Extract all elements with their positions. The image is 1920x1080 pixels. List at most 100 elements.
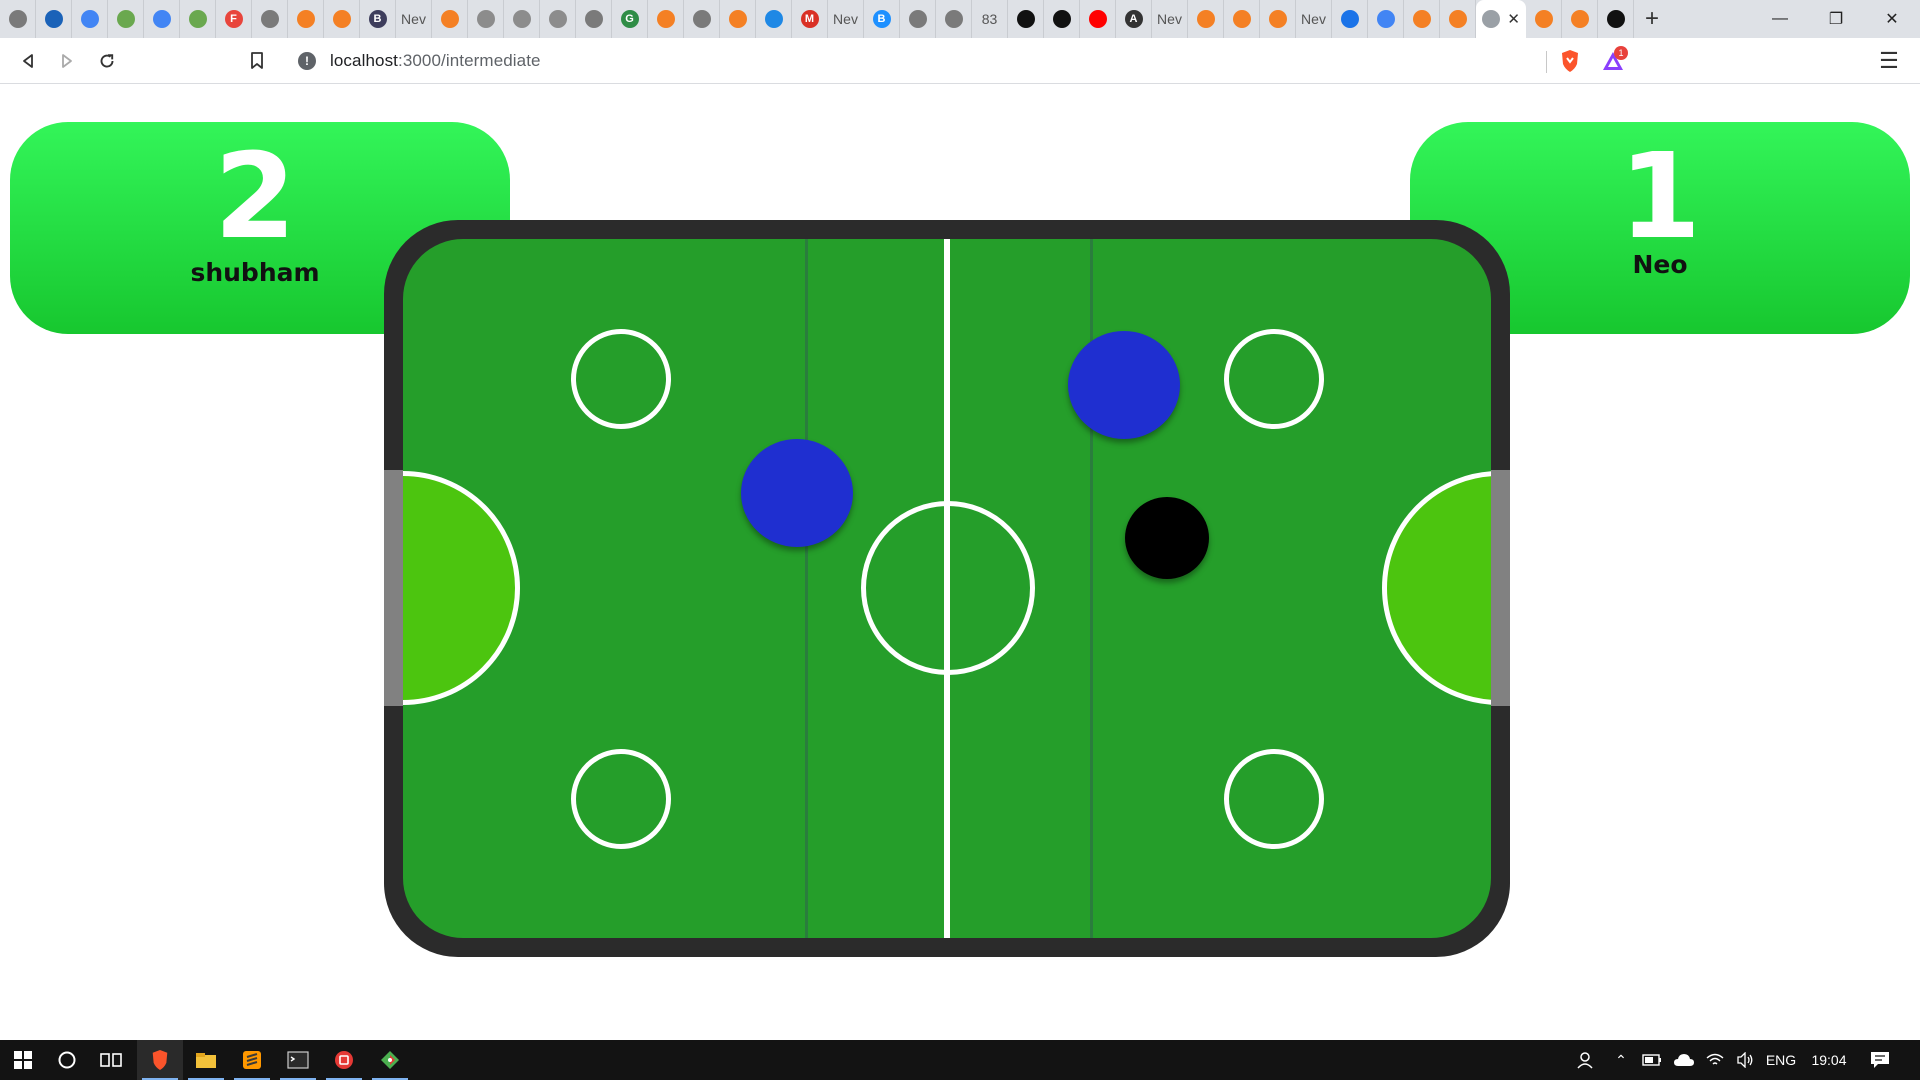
browser-tab[interactable]: [756, 0, 792, 38]
close-window-icon[interactable]: ✕: [1864, 0, 1920, 38]
clock[interactable]: 19:04: [1802, 1040, 1856, 1080]
browser-tab[interactable]: [180, 0, 216, 38]
file-explorer-icon[interactable]: [183, 1040, 229, 1080]
globe-icon: [260, 10, 279, 28]
game-field[interactable]: [403, 239, 1491, 938]
reload-icon[interactable]: [91, 45, 123, 77]
browser-tab[interactable]: [36, 0, 72, 38]
terminal-icon[interactable]: [275, 1040, 321, 1080]
triangle-icon: [1340, 10, 1359, 28]
search-icon[interactable]: [44, 1040, 90, 1080]
current-tab-icon: [1482, 10, 1500, 28]
browser-tab[interactable]: [1404, 0, 1440, 38]
browser-tab[interactable]: [468, 0, 504, 38]
browser-tab[interactable]: [0, 0, 36, 38]
browser-tab[interactable]: [936, 0, 972, 38]
browser-tab[interactable]: Nev: [1152, 0, 1188, 38]
stack-icon: [1412, 10, 1431, 28]
browser-tab[interactable]: [648, 0, 684, 38]
browser-tab[interactable]: [144, 0, 180, 38]
globe-icon: [8, 10, 27, 28]
stack-icon: [1534, 10, 1553, 28]
browser-tab[interactable]: Nev: [396, 0, 432, 38]
task-view-icon[interactable]: [88, 1040, 134, 1080]
browser-tab[interactable]: [252, 0, 288, 38]
browser-tab[interactable]: [900, 0, 936, 38]
forward-icon[interactable]: [51, 45, 83, 77]
browser-tab[interactable]: M: [792, 0, 828, 38]
browser-tab[interactable]: [1260, 0, 1296, 38]
google-icon: [1376, 10, 1395, 28]
windows-start-icon[interactable]: [0, 1040, 46, 1080]
puck[interactable]: [1125, 497, 1209, 579]
browser-tab[interactable]: [720, 0, 756, 38]
browser-tab[interactable]: [1224, 0, 1260, 38]
volume-icon[interactable]: [1730, 1040, 1760, 1080]
notifications-icon[interactable]: [1862, 1040, 1898, 1080]
player1-mallet[interactable]: [741, 439, 853, 547]
wifi-icon[interactable]: [1700, 1040, 1730, 1080]
globe-icon: [692, 10, 711, 28]
github-icon: [1606, 10, 1625, 28]
a-icon: A: [1124, 10, 1143, 28]
url-text: localhost:3000/intermediate: [330, 51, 541, 70]
browser-menu-icon[interactable]: ☰: [1874, 46, 1904, 76]
rewards-badge: 1: [1614, 46, 1628, 60]
browser-tab[interactable]: [1598, 0, 1634, 38]
new-tab-icon: Nev: [833, 11, 858, 27]
minimize-icon[interactable]: —: [1752, 0, 1808, 38]
browser-tab[interactable]: A: [1116, 0, 1152, 38]
onedrive-icon[interactable]: [1668, 1040, 1700, 1080]
number-icon: 83: [981, 11, 998, 27]
git-icon[interactable]: [367, 1040, 413, 1080]
sublime-icon[interactable]: [229, 1040, 275, 1080]
restore-icon[interactable]: ❐: [1808, 0, 1864, 38]
browser-tab[interactable]: [1440, 0, 1476, 38]
new-tab-icon: Nev: [401, 11, 426, 27]
browser-tab[interactable]: [324, 0, 360, 38]
new-tab-button[interactable]: +: [1634, 0, 1670, 38]
browser-tab[interactable]: G: [612, 0, 648, 38]
player2-mallet[interactable]: [1068, 331, 1180, 439]
browser-tab[interactable]: [108, 0, 144, 38]
browser-tab[interactable]: [432, 0, 468, 38]
browser-tab[interactable]: [1332, 0, 1368, 38]
site-info-icon[interactable]: !: [298, 52, 316, 70]
language-indicator[interactable]: ENG: [1762, 1040, 1800, 1080]
browser-tab[interactable]: [576, 0, 612, 38]
browser-tab[interactable]: [684, 0, 720, 38]
browser-tab[interactable]: B: [360, 0, 396, 38]
browser-tab[interactable]: [288, 0, 324, 38]
battery-icon[interactable]: [1636, 1040, 1668, 1080]
browser-tab[interactable]: [1368, 0, 1404, 38]
browser-tab[interactable]: B: [864, 0, 900, 38]
address-bar[interactable]: ! localhost:3000/intermediate: [286, 43, 1548, 79]
bookmark-icon[interactable]: [241, 45, 273, 77]
browser-tab[interactable]: [1526, 0, 1562, 38]
brave-shields-icon[interactable]: [1555, 46, 1585, 76]
browser-tab[interactable]: [504, 0, 540, 38]
close-tab-icon[interactable]: ✕: [1507, 10, 1520, 28]
toolbar-divider: [1546, 51, 1547, 73]
browser-tab[interactable]: [72, 0, 108, 38]
back-icon[interactable]: [12, 45, 44, 77]
face-off-circle-bottom-left: [571, 749, 671, 849]
browser-tab[interactable]: Nev: [1296, 0, 1332, 38]
youtube-icon: [1088, 10, 1107, 28]
browser-tab[interactable]: ✕: [1476, 0, 1526, 38]
chevron-up-icon[interactable]: ⌃: [1606, 1040, 1636, 1080]
browser-tab[interactable]: [540, 0, 576, 38]
browser-tab[interactable]: [1188, 0, 1224, 38]
right-goal-post: [1491, 470, 1510, 706]
browser-tab[interactable]: [1044, 0, 1080, 38]
browser-tab[interactable]: F: [216, 0, 252, 38]
browser-tab[interactable]: [1008, 0, 1044, 38]
app-icon[interactable]: [321, 1040, 367, 1080]
people-icon[interactable]: [1568, 1040, 1602, 1080]
browser-tab[interactable]: [1562, 0, 1598, 38]
brave-icon[interactable]: [137, 1040, 183, 1080]
brave-rewards-icon[interactable]: 1: [1598, 46, 1628, 76]
browser-tab[interactable]: Nev: [828, 0, 864, 38]
browser-tab[interactable]: [1080, 0, 1116, 38]
browser-tab[interactable]: 83: [972, 0, 1008, 38]
